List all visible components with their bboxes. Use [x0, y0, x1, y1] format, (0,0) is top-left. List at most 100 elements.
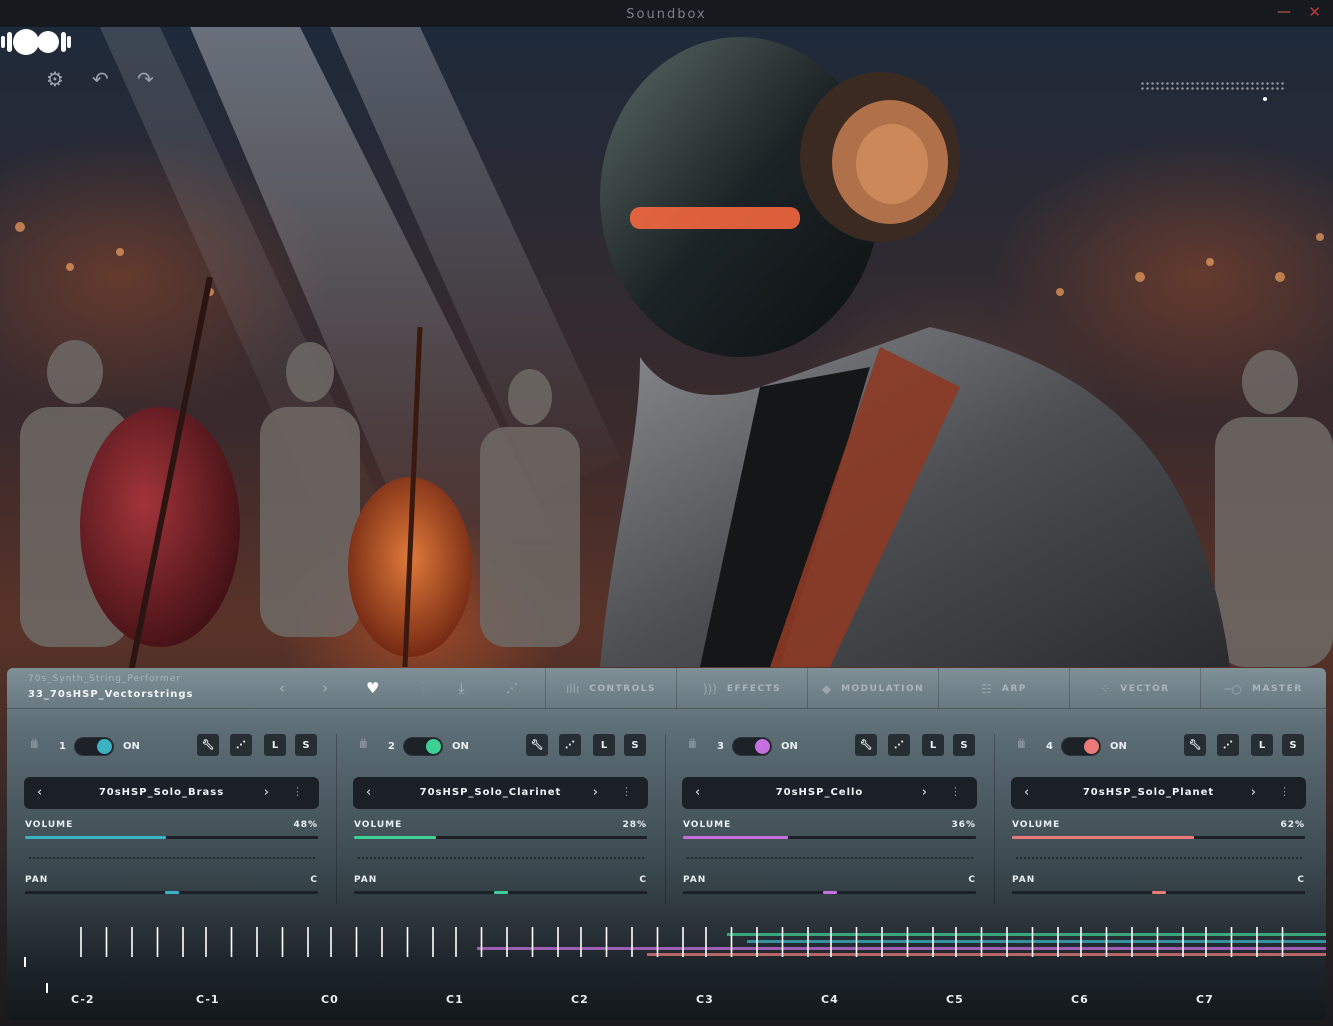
edit-button[interactable]: 🔧︎ — [1184, 734, 1206, 756]
pan-value: C — [310, 875, 318, 885]
layer-button[interactable]: L — [922, 734, 944, 756]
sample-menu-icon[interactable]: ⋮ — [950, 785, 961, 798]
redo-icon[interactable]: ↷ — [137, 67, 154, 91]
octave-label: C7 — [1196, 993, 1214, 1006]
next-sample-icon[interactable]: › — [1251, 785, 1256, 800]
volume-slider[interactable] — [354, 836, 647, 839]
sample-selector[interactable]: ‹ 70sHSP_Cello › ⋮ — [682, 777, 977, 809]
sample-menu-icon[interactable]: ⋮ — [621, 785, 632, 798]
pan-value: C — [1297, 875, 1305, 885]
panel-topbar: 70s_Synth_String_Performer 33_70sHSP_Vec… — [7, 668, 1326, 709]
next-sample-icon[interactable]: › — [922, 785, 927, 800]
next-sample-icon[interactable]: › — [593, 785, 598, 800]
pan-thumb[interactable] — [164, 891, 179, 894]
tab-controls[interactable]: ıllı CONTROLS — [545, 668, 676, 709]
pan-slider[interactable] — [354, 891, 647, 894]
wrench-icon: 🔧︎ — [859, 739, 873, 751]
sample-selector[interactable]: ‹ 70sHSP_Solo_Clarinet › ⋮ — [353, 777, 648, 809]
tab-master[interactable]: ─○ MASTER — [1200, 668, 1326, 709]
slot-number: 4 — [1046, 741, 1053, 752]
volume-fill — [1012, 836, 1194, 839]
edit-button[interactable]: 🔧︎ — [197, 734, 219, 756]
tab-modulation[interactable]: ◆ MODULATION — [807, 668, 938, 709]
sample-name: 70sHSP_Solo_Brass — [98, 787, 225, 798]
solo-button[interactable]: S — [1282, 734, 1304, 756]
volume-slider[interactable] — [1012, 836, 1305, 839]
randomize-icon[interactable]: ⋰ — [506, 681, 518, 695]
prev-sample-icon[interactable]: ‹ — [1024, 785, 1029, 800]
scatter-button[interactable]: ⋰ — [230, 734, 252, 756]
pan-slider[interactable] — [1012, 891, 1305, 894]
octave-label: C6 — [1071, 993, 1089, 1006]
volume-fill — [354, 836, 437, 839]
solo-button[interactable]: S — [295, 734, 317, 756]
sample-menu-icon[interactable]: ⋮ — [292, 785, 303, 798]
window-title: Soundbox — [626, 7, 707, 22]
pan-slider[interactable] — [25, 891, 318, 894]
minimize-icon[interactable]: — — [1277, 4, 1291, 20]
layer-button[interactable]: L — [593, 734, 615, 756]
next-sample-icon[interactable]: › — [264, 785, 269, 800]
key-range-bar-1 — [477, 947, 1326, 950]
sample-selector[interactable]: ‹ 70sHSP_Solo_Planet › ⋮ — [1011, 777, 1306, 809]
instrument-slot-4: ılılı 4 ON 🔧︎ ⋰ L S ‹ 70sHSP_Solo_Planet… — [994, 709, 1323, 909]
wrench-icon: 🔧︎ — [201, 739, 215, 751]
solo-button[interactable]: S — [624, 734, 646, 756]
scatter-button[interactable]: ⋰ — [888, 734, 910, 756]
sample-selector[interactable]: ‹ 70sHSP_Solo_Brass › ⋮ — [24, 777, 319, 809]
toggle-knob — [97, 739, 112, 754]
scatter-icon: ⋰ — [894, 739, 904, 751]
scatter-button[interactable]: ⋰ — [559, 734, 581, 756]
prev-sample-icon[interactable]: ‹ — [695, 785, 700, 800]
favorite-heart-icon[interactable]: ♥ — [366, 679, 379, 697]
slot-number: 2 — [388, 741, 395, 752]
next-preset-icon[interactable]: › — [322, 679, 328, 697]
tab-arp[interactable]: ☷ ARP — [938, 668, 1069, 709]
title-bar: Soundbox — ✕ — [0, 0, 1333, 27]
key-range-bar-4 — [647, 953, 1326, 956]
pan-thumb[interactable] — [1151, 891, 1166, 894]
soundbox-logo — [1, 29, 71, 55]
tab-effects[interactable]: ))) EFFECTS — [676, 668, 807, 709]
key-range-bar-2 — [727, 933, 1326, 936]
volume-label: VOLUME — [683, 820, 732, 830]
pan-thumb[interactable] — [493, 891, 508, 894]
wrench-icon: 🔧︎ — [530, 739, 544, 751]
keyboard[interactable]: C-2 C-1 C0 C1 C2 C3 C4 C5 C6 C7 — [7, 923, 1326, 1020]
dot-matrix-marker — [1263, 97, 1267, 101]
sample-menu-icon[interactable]: ⋮ — [1279, 785, 1290, 798]
gear-icon[interactable]: ⚙ — [46, 67, 64, 91]
pan-label: PAN — [354, 875, 378, 885]
slot-number: 3 — [717, 741, 724, 752]
close-icon[interactable]: ✕ — [1308, 3, 1321, 21]
prev-preset-icon[interactable]: ‹ — [279, 679, 285, 697]
solo-button[interactable]: S — [953, 734, 975, 756]
edit-button[interactable]: 🔧︎ — [526, 734, 548, 756]
volume-slider[interactable] — [25, 836, 318, 839]
download-icon[interactable]: ⤓ — [458, 679, 465, 697]
prev-sample-icon[interactable]: ‹ — [366, 785, 371, 800]
tab-vector[interactable]: ⁘ VECTOR — [1069, 668, 1200, 709]
preset-menu-icon[interactable]: ⋮ — [416, 679, 431, 697]
slot-power-toggle[interactable] — [1061, 737, 1101, 756]
undo-icon[interactable]: ↶ — [92, 67, 109, 91]
sound-waves-icon: ))) — [702, 681, 717, 696]
toggle-label: ON — [452, 741, 469, 752]
preset-name[interactable]: 33_70sHSP_Vectorstrings — [28, 689, 194, 700]
toggle-label: ON — [781, 741, 798, 752]
slot-power-toggle[interactable] — [403, 737, 443, 756]
pan-thumb[interactable] — [822, 891, 837, 894]
edit-button[interactable]: 🔧︎ — [855, 734, 877, 756]
sample-name: 70sHSP_Solo_Clarinet — [419, 787, 562, 798]
slot-power-toggle[interactable] — [732, 737, 772, 756]
pan-slider[interactable] — [683, 891, 976, 894]
toggle-label: ON — [123, 741, 140, 752]
layer-button[interactable]: L — [264, 734, 286, 756]
prev-sample-icon[interactable]: ‹ — [37, 785, 42, 800]
waveform-icon: ılılı — [30, 737, 39, 751]
layer-button[interactable]: L — [1251, 734, 1273, 756]
volume-fill — [25, 836, 166, 839]
slot-power-toggle[interactable] — [74, 737, 114, 756]
scatter-button[interactable]: ⋰ — [1217, 734, 1239, 756]
volume-slider[interactable] — [683, 836, 976, 839]
